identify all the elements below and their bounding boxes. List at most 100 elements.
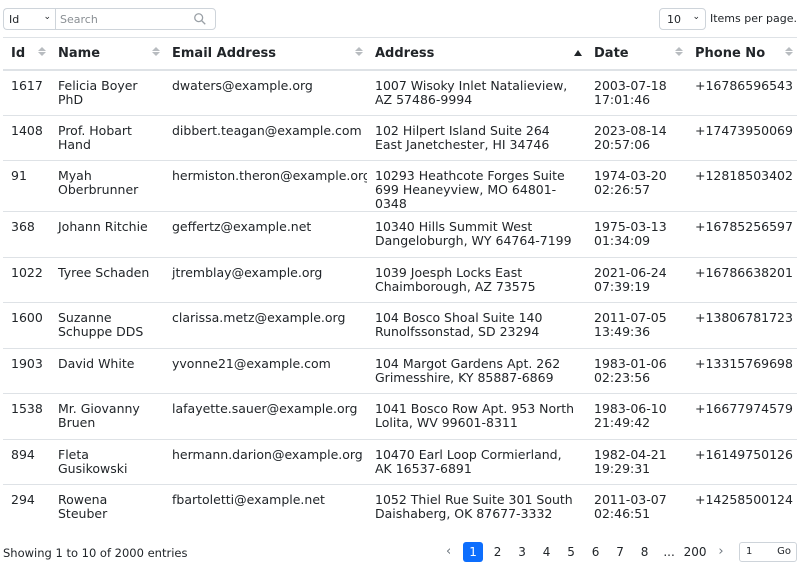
chevron-down-icon: ⌄ [692, 12, 700, 22]
column-header-phone[interactable]: Phone No [687, 37, 797, 71]
table-row[interactable]: 1022 Tyree Schaden jtremblay@example.org 10… [3, 257, 797, 303]
cell-id: 894 [3, 439, 50, 485]
table-row[interactable]: 1903 David White yvonne21@example.com 104 M… [3, 348, 797, 394]
cell-phone: +16677974579 [687, 393, 797, 440]
page-button[interactable]: 200 [684, 542, 707, 562]
cell-phone: +12818503402 [687, 160, 797, 212]
column-header-email[interactable]: Email Address [164, 37, 367, 71]
cell-email: hermiston.theron@example.org [164, 160, 367, 212]
chevron-left-icon[interactable]: ‹ [439, 542, 459, 562]
pagination: ‹ 1 2 3 4 5 6 7 8... 200 › 1 Go [434, 540, 797, 564]
cell-name: Tyree Schaden [50, 257, 164, 303]
page-button[interactable]: 2 [488, 542, 508, 562]
cell-email: fbartoletti@example.net [172, 492, 325, 507]
cell-name: David White [50, 348, 164, 394]
table-row[interactable]: 368 Johann Ritchie geffertz@example.net 103… [3, 211, 797, 258]
cell-id: 1408 [3, 115, 50, 161]
cell-id: 1903 [3, 348, 50, 394]
page-button[interactable]: 4 [537, 542, 557, 562]
per-page-value: 10 [667, 13, 681, 26]
column-header-name[interactable]: Name [50, 37, 164, 71]
page-button[interactable]: 3 [512, 542, 532, 562]
cell-name: Fleta Gusikowski [50, 439, 164, 485]
data-table: Id Name Email Address Address Date Phone… [3, 37, 797, 530]
cell-address: 102 Hilpert Island Suite 264 East Janetc… [367, 115, 586, 161]
entries-info: Showing 1 to 10 of 2000 entries [3, 546, 188, 560]
cell-id: 1600 [3, 302, 50, 349]
cell-address: 1052 Thiel Rue Suite 301 South Daishaber… [375, 492, 573, 521]
column-header-id[interactable]: Id [3, 37, 50, 71]
table-toolbar: Id ⌄ 10 ⌄ Items per page. [3, 8, 797, 32]
page-button[interactable]: 6 [586, 542, 606, 562]
cell-email: jtremblay@example.org [164, 257, 367, 303]
cell-date: 2023-08-14 20:57:06 [586, 115, 687, 161]
go-button[interactable]: Go [777, 546, 791, 557]
cell-address: 104 Margot Gardens Apt. 262 Grimesshire,… [367, 348, 586, 394]
cell-date: 1983-06-10 21:49:42 [586, 393, 687, 440]
cell-address: 1039 Joesph Locks East Chaimborough, AZ … [367, 257, 586, 303]
chevron-right-icon[interactable]: › [711, 542, 731, 562]
cell-date: 1975-03-13 01:34:09 [586, 211, 687, 258]
sort-icon [675, 47, 683, 56]
per-page-label: Items per page. [709, 12, 797, 25]
sort-icon [152, 47, 160, 56]
per-page-control: 10 ⌄ Items per page. [657, 8, 797, 30]
cell-date: 1974-03-20 02:26:57 [586, 160, 687, 212]
cell-phone: +16785256597 [687, 211, 797, 258]
table-row[interactable]: 1538 Mr. Giovanny Bruen lafayette.sauer@ex… [3, 393, 797, 440]
cell-phone: +16786638201 [687, 257, 797, 303]
cell-id: 368 [3, 211, 50, 258]
column-header-date[interactable]: Date [586, 37, 687, 71]
cell-address: 1041 Bosco Row Apt. 953 North Lolita, WV… [367, 393, 586, 440]
cell-email: dibbert.teagan@example.com [164, 115, 367, 161]
cell-date: 2011-07-05 13:49:36 [586, 302, 687, 349]
goto-page-field[interactable]: 1 Go [739, 542, 797, 562]
cell-email: yvonne21@example.com [164, 348, 367, 394]
search-column-select[interactable]: Id ⌄ [3, 8, 55, 30]
cell-date: 1982-04-21 19:29:31 [586, 439, 687, 485]
cell-id: 91 [3, 160, 50, 212]
cell-name: Felicia Boyer PhD [50, 69, 164, 116]
sort-icon [38, 47, 46, 56]
cell-email: clarissa.metz@example.org [164, 302, 367, 349]
pagination-ellipsis: ... [663, 545, 675, 559]
cell-name: Johann Ritchie [50, 211, 164, 258]
page-button[interactable]: 8 [635, 542, 655, 562]
table-row[interactable]: 894 Fleta Gusikowski hermann.darion@exampl… [3, 439, 797, 485]
cell-address: 10470 Earl Loop Cormierland, AK 16537-68… [367, 439, 586, 485]
cell-id: 1538 [3, 393, 50, 440]
table-footer: Showing 1 to 10 of 2000 entries ‹ 123456… [3, 540, 797, 564]
table-row[interactable]: 91 Myah Oberbrunner hermiston.theron@examp… [3, 160, 797, 212]
cell-phone: +14258500124 [695, 492, 793, 507]
chevron-down-icon: ⌄ [43, 12, 51, 22]
table-header-row: Id Name Email Address Address Date Phone… [3, 37, 797, 71]
cell-phone: +13806781723 [687, 302, 797, 349]
table-row[interactable]: 1617 Felicia Boyer PhD dwaters@example.org… [3, 69, 797, 116]
column-header-address[interactable]: Address [367, 37, 586, 71]
cell-email: dwaters@example.org [164, 69, 367, 116]
cell-phone: +17473950069 [687, 115, 797, 161]
cell-address: 10293 Heathcote Forges Suite 699 Heaneyv… [367, 160, 586, 212]
page-button[interactable]: 5 [561, 542, 581, 562]
page-button[interactable]: 1 [463, 542, 484, 562]
cell-date: 2011-03-07 02:46:51 [594, 492, 667, 521]
page-button[interactable]: 7 [610, 542, 630, 562]
cell-name: Rowena Steuber [58, 492, 108, 521]
search-icon[interactable] [193, 12, 207, 26]
search-input[interactable] [56, 9, 186, 29]
cell-address: 104 Bosco Shoal Suite 140 Runolfssonstad… [367, 302, 586, 349]
table-body: 1617 Felicia Boyer PhD dwaters@example.org… [3, 69, 797, 531]
cell-name: Prof. Hobart Hand [50, 115, 164, 161]
cell-phone: +16786596543 [687, 69, 797, 116]
search-column-value: Id [9, 13, 20, 26]
table-row[interactable]: 1600 Suzanne Schuppe DDS clarissa.metz@exa… [3, 302, 797, 349]
cell-email: lafayette.sauer@example.org [164, 393, 367, 440]
goto-page-input[interactable]: 1 [746, 546, 752, 557]
table-row[interactable]: 1408 Prof. Hobart Hand dibbert.teagan@exam… [3, 115, 797, 161]
table-row[interactable]: 294 Rowena Steuber fbartoletti@example.net… [3, 485, 797, 531]
cell-id: 1617 [3, 69, 50, 116]
per-page-select[interactable]: 10 ⌄ [659, 8, 706, 30]
cell-email: geffertz@example.net [164, 211, 367, 258]
sort-ascending-icon [574, 50, 582, 56]
search-box [55, 8, 216, 30]
